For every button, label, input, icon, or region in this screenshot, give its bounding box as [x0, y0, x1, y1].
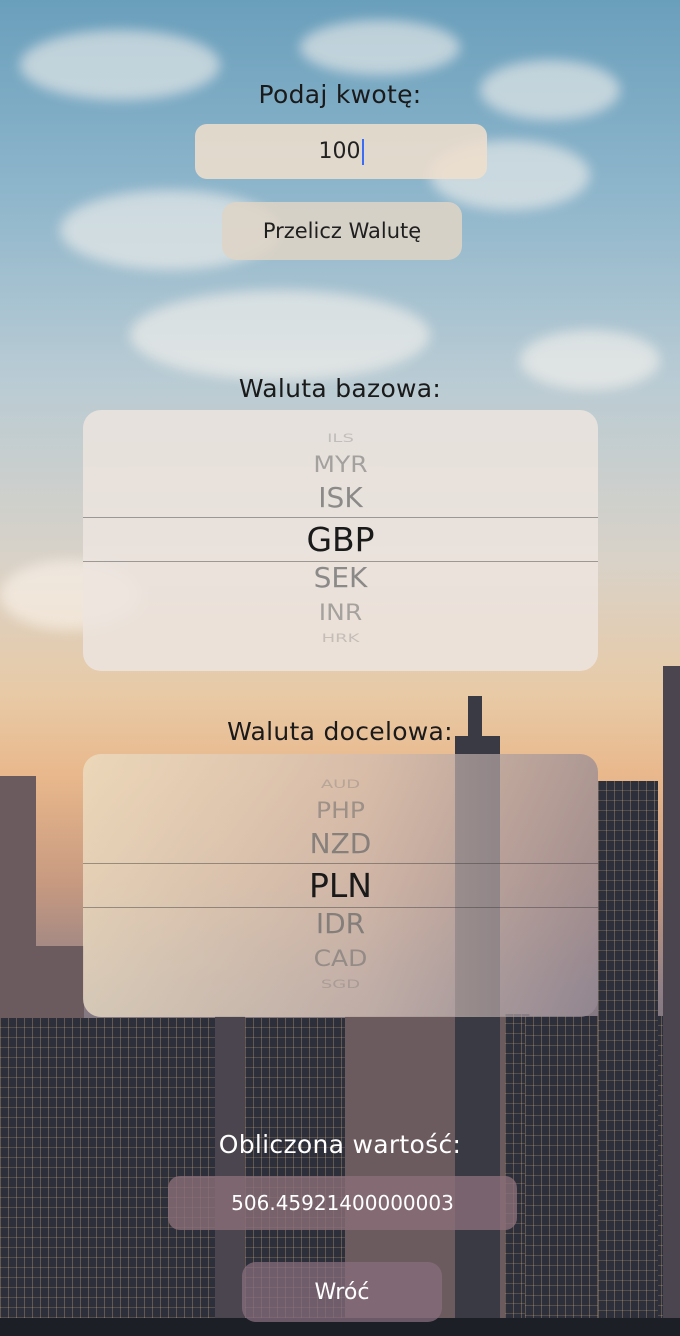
base-currency-label: Waluta bazowa: — [238, 374, 442, 403]
picker-item[interactable]: SEK — [83, 561, 598, 594]
text-caret — [361, 138, 364, 165]
amount-label: Podaj kwotę: — [258, 80, 422, 109]
picker-item-selected[interactable]: GBP — [83, 520, 598, 559]
picker-item[interactable]: ILS — [83, 432, 598, 446]
convert-button[interactable]: Przelicz Walutę — [222, 202, 462, 260]
back-button[interactable]: Wróć — [242, 1262, 442, 1322]
target-currency-label: Waluta docelowa: — [227, 717, 453, 746]
target-currency-picker[interactable]: AUD PHP NZD PLN IDR CAD SGD — [83, 754, 598, 1017]
amount-input-value: 100 — [318, 139, 361, 164]
result-value: 506.45921400000003 — [168, 1176, 517, 1230]
picker-item[interactable]: INR — [83, 600, 598, 626]
picker-item[interactable]: AUD — [83, 778, 598, 792]
picker-item[interactable]: NZD — [83, 827, 598, 860]
picker-item[interactable]: SGD — [83, 978, 598, 992]
result-label: Obliczona wartość: — [218, 1130, 462, 1159]
picker-item-selected[interactable]: PLN — [83, 866, 598, 905]
picker-item[interactable]: ISK — [83, 481, 598, 514]
picker-item[interactable]: PHP — [83, 798, 598, 824]
base-currency-picker[interactable]: ILS MYR ISK GBP SEK INR HRK — [83, 410, 598, 671]
picker-item[interactable]: MYR — [83, 452, 598, 478]
picker-item[interactable]: HRK — [83, 632, 598, 646]
amount-input[interactable]: 100 — [195, 124, 487, 179]
picker-item[interactable]: CAD — [83, 946, 598, 972]
picker-item[interactable]: IDR — [83, 907, 598, 940]
